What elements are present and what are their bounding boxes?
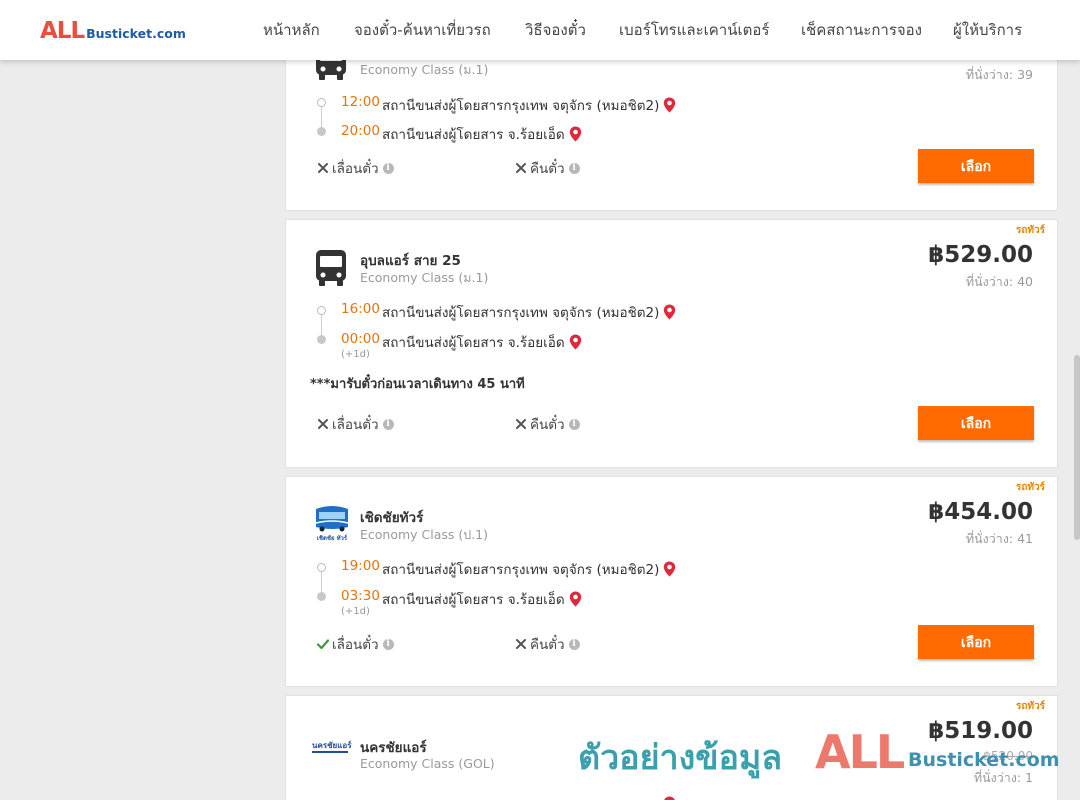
ticket-price: ฿454.00: [928, 499, 1033, 525]
select-trip-button[interactable]: เลือก: [918, 149, 1034, 183]
departure-dot: [317, 98, 326, 107]
cross-icon: [516, 639, 526, 649]
change-ticket-label: เลื่อนตั๋ว: [332, 417, 379, 433]
nav-book-search[interactable]: จองตั๋ว-ค้นหาเที่ยวรถ: [354, 0, 491, 60]
tour-bus-tag: รถทัวร์: [1015, 225, 1045, 236]
info-icon[interactable]: i: [568, 162, 580, 174]
trip-note: ***มารับตั๋วก่อนเวลาเดินทาง 45 นาที: [310, 377, 525, 392]
cross-icon: [318, 419, 328, 429]
arrival-station-name: สถานีขนส่งผู้โดยสาร จ.ร้อยเอ็ด: [382, 335, 565, 351]
refund-ticket-policy: คืนตั๋ว i: [514, 413, 580, 435]
trip-card: รถทัวร์ เชิดชัย ทัวร์ เชิดชัยทัวร์ Econo…: [285, 476, 1058, 687]
logo-busticket-text: Busticket.com: [86, 26, 186, 41]
change-ticket-label: เลื่อนตั๋ว: [332, 161, 379, 177]
departure-station-name: สถานีขนส่งผู้โดยสารกรุงเทพ จตุจักร (หมอช…: [382, 562, 660, 578]
arrival-station-name: สถานีขนส่งผู้โดยสาร จ.ร้อยเอ็ด: [382, 127, 565, 143]
arrival-time: 03:30: [341, 588, 380, 604]
nav-how-to-book[interactable]: วิธีจองตั๋ว: [525, 0, 586, 60]
nav-home[interactable]: หน้าหลัก: [263, 0, 320, 60]
info-icon[interactable]: i: [382, 418, 394, 430]
info-icon[interactable]: i: [382, 638, 394, 650]
top-navigation-bar: ALL Busticket.com หน้าหลัก จองตั๋ว-ค้นหา…: [0, 0, 1080, 60]
refund-ticket-policy: คืนตั๋ว i: [514, 157, 580, 179]
refund-ticket-label: คืนตั๋ว: [530, 637, 565, 653]
arrival-station: สถานีขนส่งผู้โดยสาร จ.ร้อยเอ็ด: [382, 588, 582, 610]
next-day-indicator: (+1d): [341, 606, 370, 617]
map-pin-icon[interactable]: [663, 561, 676, 577]
info-icon[interactable]: i: [568, 638, 580, 650]
info-icon[interactable]: i: [382, 162, 394, 174]
tour-bus-tag: รถทัวร์: [1015, 482, 1045, 493]
departure-dot: [317, 306, 326, 315]
select-trip-button[interactable]: เลือก: [918, 625, 1034, 659]
arrival-dot: [317, 592, 326, 601]
map-pin-icon[interactable]: [663, 796, 676, 800]
logo-all-text: ALL: [40, 18, 85, 44]
departure-station-name: สถานีขนส่งผู้โดยสารกรุงเทพ จตุจักร (หมอช…: [382, 305, 660, 321]
operator-logo-text: เชิดชัย ทัวร์: [317, 534, 348, 542]
bus-class: Economy Class (ม.1): [360, 62, 489, 77]
arrival-station: สถานีขนส่งผู้โดยสาร จ.ร้อยเอ็ด: [382, 331, 582, 353]
departure-time: 12:00: [341, 94, 380, 110]
departure-station-name: สถานีขนส่งผู้โดยสารกรุงเทพ จตุจักร (หมอช…: [382, 98, 660, 114]
departure-station: สถานีขนส่งผู้โดยสารกรุงเทพ จตุจักร (หมอช…: [382, 301, 676, 323]
map-pin-icon[interactable]: [569, 126, 582, 142]
arrival-time: 00:00: [341, 331, 380, 347]
watermark-logo-all: ALL: [815, 725, 905, 779]
arrival-dot: [317, 127, 326, 136]
operator-logo-text: นครชัยแอร์: [312, 740, 352, 750]
bus-class: Economy Class (GOL): [360, 756, 495, 771]
bus-icon: [316, 250, 346, 286]
operator-logo-nakhonchai: นครชัยแอร์: [312, 740, 352, 753]
seats-available: ที่นั่งว่าง: 1: [973, 770, 1033, 785]
nav-check-booking[interactable]: เช็คสถานะการจอง: [801, 0, 922, 60]
select-trip-button[interactable]: เลือก: [918, 406, 1034, 440]
departure-station: สถานีขนส่งผู้โดยสารกรุงเทพ จตุจักร (หมอช…: [382, 558, 676, 580]
sample-data-watermark: ตัวอย่างข้อมูล: [578, 738, 783, 778]
seats-available: ที่นั่งว่าง: 39: [965, 67, 1033, 82]
watermark-logo-busticket: Busticket.com: [908, 749, 1060, 771]
arrival-time: 20:00: [341, 123, 380, 139]
change-ticket-policy: เลื่อนตั๋ว i: [316, 157, 394, 179]
check-icon: [316, 639, 330, 650]
refund-ticket-policy: คืนตั๋ว i: [514, 633, 580, 655]
departure-dot: [317, 563, 326, 572]
next-day-indicator: (+1d): [341, 349, 370, 360]
operator-logo-cherdchai: เชิดชัย ทัวร์: [315, 506, 349, 542]
scrollbar-thumb[interactable]: [1074, 355, 1080, 540]
seats-available: ที่นั่งว่าง: 41: [965, 531, 1033, 546]
map-pin-icon[interactable]: [569, 334, 582, 350]
arrival-station-name: สถานีขนส่งผู้โดยสาร จ.ร้อยเอ็ด: [382, 592, 565, 608]
change-ticket-policy: เลื่อนตั๋ว i: [316, 633, 394, 655]
bus-class: Economy Class (ป.1): [360, 527, 489, 542]
cross-icon: [516, 419, 526, 429]
site-logo[interactable]: ALL Busticket.com: [40, 18, 186, 44]
departure-station: สถานีขนส่งผู้โดยสารกรุงเทพ จตุจักร (หมอช…: [382, 94, 676, 116]
bus-class: Economy Class (ม.1): [360, 270, 489, 285]
nav-operators[interactable]: ผู้ให้บริการ: [953, 0, 1022, 60]
nav-phone-counters[interactable]: เบอร์โทรและเคาน์เตอร์: [619, 0, 769, 60]
ticket-price: ฿529.00: [928, 242, 1033, 268]
arrival-dot: [317, 335, 326, 344]
operator-name: นครชัยแอร์: [360, 740, 427, 756]
cross-icon: [318, 163, 328, 173]
trip-card: รถทัวร์ อุบลแอร์ สาย 25 Economy Class (ม…: [285, 219, 1058, 468]
arrival-station: สถานีขนส่งผู้โดยสาร จ.ร้อยเอ็ด: [382, 123, 582, 145]
map-pin-icon[interactable]: [663, 97, 676, 113]
change-ticket-label: เลื่อนตั๋ว: [332, 637, 379, 653]
cross-icon: [516, 163, 526, 173]
map-pin-icon[interactable]: [663, 304, 676, 320]
ticket-price: ฿519.00: [928, 718, 1033, 744]
seats-available: ที่นั่งว่าง: 40: [965, 274, 1033, 289]
refund-ticket-label: คืนตั๋ว: [530, 417, 565, 433]
info-icon[interactable]: i: [568, 418, 580, 430]
departure-time: 16:00: [341, 301, 380, 317]
tour-bus-tag: รถทัวร์: [1015, 701, 1045, 712]
departure-time: 19:00: [341, 558, 380, 574]
change-ticket-policy: เลื่อนตั๋ว i: [316, 413, 394, 435]
map-pin-icon[interactable]: [569, 591, 582, 607]
refund-ticket-label: คืนตั๋ว: [530, 161, 565, 177]
